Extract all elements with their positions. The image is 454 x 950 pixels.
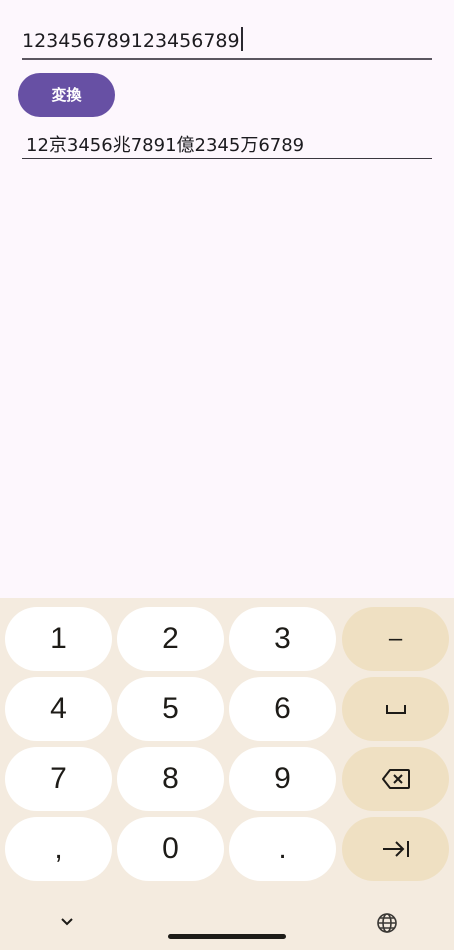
convert-button[interactable]: 変換 xyxy=(18,73,115,117)
key-space[interactable] xyxy=(342,677,449,741)
key-1[interactable]: 1 xyxy=(5,607,112,671)
key-backspace[interactable] xyxy=(342,747,449,811)
numeric-keyboard: 1 2 3 – 4 5 6 7 8 9 , 0 . xyxy=(0,598,454,950)
key-3[interactable]: 3 xyxy=(229,607,336,671)
backspace-icon xyxy=(381,769,410,789)
key-2[interactable]: 2 xyxy=(117,607,224,671)
key-comma[interactable]: , xyxy=(5,817,112,881)
keyboard-nav-bar xyxy=(0,892,454,950)
result-field[interactable]: 12京3456兆7891億2345万6789 xyxy=(22,132,432,159)
chevron-down-icon[interactable] xyxy=(58,912,76,930)
key-next[interactable] xyxy=(342,817,449,881)
key-5[interactable]: 5 xyxy=(117,677,224,741)
space-icon xyxy=(385,705,406,714)
tab-next-icon xyxy=(382,841,409,857)
key-7[interactable]: 7 xyxy=(5,747,112,811)
result-text: 12京3456兆7891億2345万6789 xyxy=(26,135,305,156)
app-screen: 123456789123456789 変換 12京3456兆7891億2345万… xyxy=(0,0,454,598)
key-9[interactable]: 9 xyxy=(229,747,336,811)
key-8[interactable]: 8 xyxy=(117,747,224,811)
number-input[interactable]: 123456789123456789 xyxy=(22,26,432,60)
key-4[interactable]: 4 xyxy=(5,677,112,741)
text-cursor xyxy=(240,27,243,51)
home-indicator[interactable] xyxy=(168,934,286,939)
key-6[interactable]: 6 xyxy=(229,677,336,741)
key-minus[interactable]: – xyxy=(342,607,449,671)
globe-icon[interactable] xyxy=(376,912,398,934)
key-period[interactable]: . xyxy=(229,817,336,881)
key-0[interactable]: 0 xyxy=(117,817,224,881)
number-input-value: 123456789123456789 xyxy=(22,30,240,52)
